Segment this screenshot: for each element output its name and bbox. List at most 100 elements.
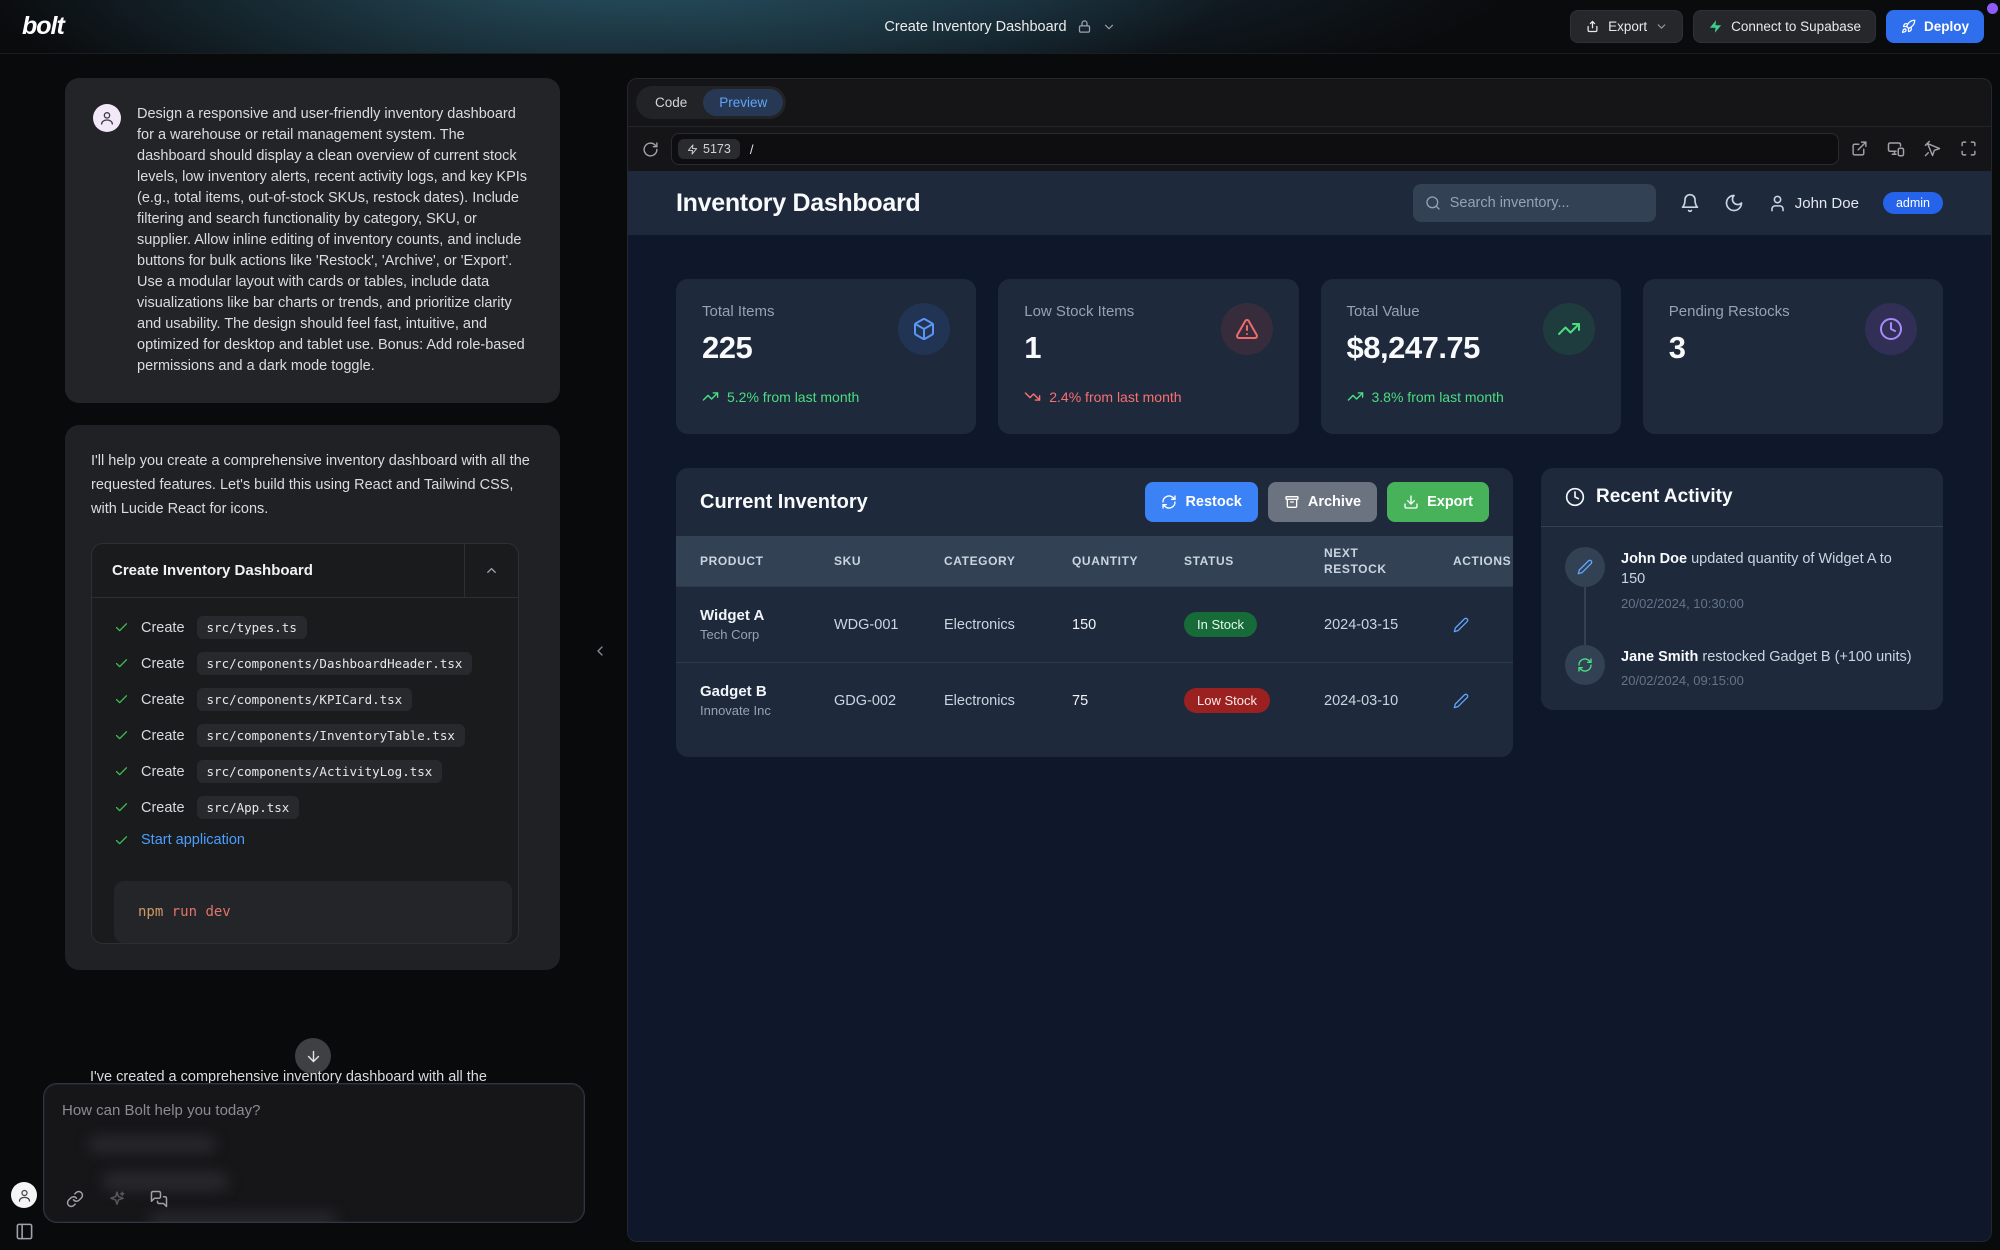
open-external-icon[interactable] <box>1851 140 1868 157</box>
refresh-icon <box>1577 657 1593 673</box>
edit-pencil-icon[interactable] <box>1453 617 1469 633</box>
clock-icon <box>1879 317 1903 341</box>
account-avatar[interactable] <box>11 1182 37 1208</box>
kpi-pending-restocks: Pending Restocks 3 <box>1643 279 1943 434</box>
link-icon[interactable] <box>66 1190 84 1208</box>
export-button[interactable]: Export <box>1570 10 1683 43</box>
devices-icon[interactable] <box>1887 140 1905 158</box>
table-row[interactable]: Widget A Tech Corp WDG-001 Electronics 1… <box>676 586 1513 662</box>
inspector-off-icon[interactable] <box>1924 140 1941 157</box>
clock-icon <box>1565 487 1585 507</box>
trend-up-icon <box>1347 388 1364 405</box>
trend-down-icon <box>1024 388 1041 405</box>
file-chip[interactable]: src/components/InventoryTable.tsx <box>197 724 465 747</box>
person-icon <box>99 110 115 126</box>
inventory-title: Current Inventory <box>700 491 868 514</box>
zap-icon <box>687 144 698 155</box>
archive-icon <box>1284 494 1300 510</box>
artifact-step: Create src/components/ActivityLog.tsx <box>114 760 496 783</box>
redacted-blur <box>102 1172 228 1191</box>
user-message: Design a responsive and user-friendly in… <box>65 78 560 403</box>
chat-input-box[interactable]: How can Bolt help you today? <box>43 1083 585 1223</box>
kpi-low-stock: Low Stock Items 1 2.4% from last month <box>998 279 1298 434</box>
role-badge: admin <box>1883 192 1943 214</box>
tab-code[interactable]: Code <box>639 89 703 116</box>
status-badge: In Stock <box>1184 612 1257 637</box>
sparkles-icon[interactable] <box>108 1190 126 1208</box>
search-inventory-input[interactable]: Search inventory... <box>1413 184 1656 222</box>
edit-pencil-icon[interactable] <box>1453 693 1469 709</box>
user-name: John Doe <box>1795 195 1859 212</box>
url-input[interactable]: 5173 / <box>671 133 1839 165</box>
supabase-bolt-icon <box>1708 19 1723 34</box>
collapse-chat-handle[interactable] <box>592 640 608 662</box>
archive-button[interactable]: Archive <box>1268 482 1377 522</box>
fullscreen-icon[interactable] <box>1960 140 1977 157</box>
command-args: run dev <box>172 904 231 920</box>
chat-bubbles-icon[interactable] <box>150 1190 168 1208</box>
connect-supabase-button[interactable]: Connect to Supabase <box>1693 10 1876 43</box>
artifact-steps: Create src/types.ts Create src/component… <box>92 598 518 869</box>
status-badge: Low Stock <box>1184 688 1270 713</box>
user-menu[interactable]: John Doe <box>1768 194 1859 213</box>
table-header: Product SKU Category Quantity Status Nex… <box>676 536 1513 586</box>
redacted-blur <box>88 1136 216 1153</box>
pencil-icon <box>1577 559 1593 575</box>
chat-input-placeholder: How can Bolt help you today? <box>62 1102 566 1119</box>
activity-timestamp: 20/02/2024, 09:15:00 <box>1621 673 1912 688</box>
file-chip[interactable]: src/components/KPICard.tsx <box>197 688 413 711</box>
notification-dot <box>1987 3 1998 14</box>
export-data-button[interactable]: Export <box>1387 482 1489 522</box>
alert-triangle-icon <box>1235 317 1259 341</box>
reload-icon[interactable] <box>642 141 659 158</box>
user-icon <box>1768 194 1787 213</box>
artifact-step: Create src/components/DashboardHeader.ts… <box>114 652 496 675</box>
rocket-icon <box>1901 19 1916 34</box>
table-row[interactable]: Gadget B Innovate Inc GDG-002 Electronic… <box>676 662 1513 738</box>
chevron-left-icon <box>592 640 608 662</box>
check-icon <box>114 692 129 707</box>
artifact-step: Create src/components/InventoryTable.tsx <box>114 724 496 747</box>
artifact-step: Create src/types.ts <box>114 616 496 639</box>
check-icon <box>114 656 129 671</box>
file-chip[interactable]: src/App.tsx <box>197 796 300 819</box>
deploy-button[interactable]: Deploy <box>1886 10 1984 43</box>
restock-button[interactable]: Restock <box>1145 482 1257 522</box>
recent-activity-card: Recent Activity John Doe updated quantit… <box>1541 468 1943 710</box>
kpi-total-value: Total Value $8,247.75 3.8% from last mon… <box>1321 279 1621 434</box>
redacted-blur <box>149 1212 337 1223</box>
start-application-link[interactable]: Start application <box>141 832 245 848</box>
activity-timestamp: 20/02/2024, 10:30:00 <box>1621 596 1919 611</box>
terminal-command-block: npm run dev <box>114 881 512 943</box>
refresh-icon <box>1161 494 1177 510</box>
artifact-title: Create Inventory Dashboard <box>92 544 464 597</box>
preview-panel: Code Preview 5173 / Inve <box>627 78 1992 1242</box>
chevron-up-icon <box>484 563 499 578</box>
file-chip[interactable]: src/components/ActivityLog.tsx <box>197 760 443 783</box>
person-icon <box>17 1188 32 1203</box>
activity-item: Jane Smith restocked Gadget B (+100 unit… <box>1565 645 1919 688</box>
chat-panel: Design a responsive and user-friendly in… <box>0 54 625 1250</box>
kpi-total-items: Total Items 225 5.2% from last month <box>676 279 976 434</box>
activity-item: John Doe updated quantity of Widget A to… <box>1565 547 1919 645</box>
dashboard-header: Inventory Dashboard Search inventory... … <box>628 171 1991 235</box>
project-title: Create Inventory Dashboard <box>884 19 1066 35</box>
artifact-collapse-button[interactable] <box>464 544 518 597</box>
bolt-logo[interactable]: bolt <box>16 12 64 41</box>
tab-preview[interactable]: Preview <box>703 89 783 116</box>
dashboard-title: Inventory Dashboard <box>676 189 920 218</box>
bell-icon[interactable] <box>1680 193 1700 213</box>
check-icon <box>114 620 129 635</box>
toggle-sidebar-button[interactable] <box>15 1222 34 1241</box>
dark-mode-toggle-icon[interactable] <box>1724 193 1744 213</box>
assistant-intro-text: I'll help you create a comprehensive inv… <box>91 449 534 521</box>
file-chip[interactable]: src/types.ts <box>197 616 307 639</box>
chevron-down-icon <box>1655 20 1668 33</box>
chevron-down-icon[interactable] <box>1102 20 1116 34</box>
workspace: Design a responsive and user-friendly in… <box>0 54 2000 1250</box>
artifact-card: Create Inventory Dashboard Create src/ty… <box>91 543 519 944</box>
file-chip[interactable]: src/components/DashboardHeader.tsx <box>197 652 473 675</box>
arrow-down-icon <box>305 1048 322 1065</box>
download-icon <box>1403 494 1419 510</box>
port-badge[interactable]: 5173 <box>678 139 740 159</box>
